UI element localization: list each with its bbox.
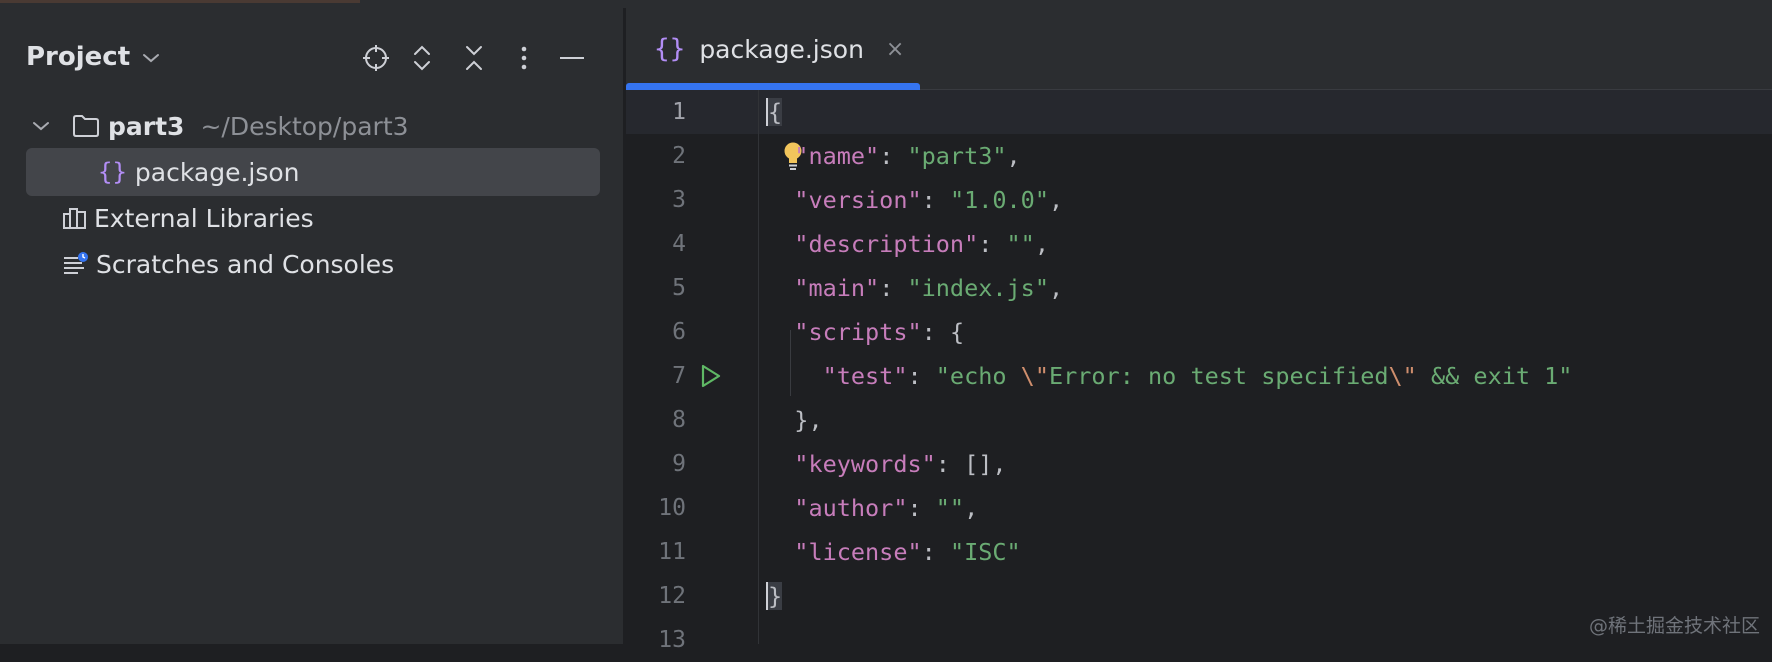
code-line-1: { bbox=[766, 90, 783, 134]
brace-token: { bbox=[766, 98, 783, 126]
code-line-7: "test": "echo \"Error: no test specified… bbox=[822, 362, 1573, 390]
gutter-separator bbox=[758, 90, 759, 644]
json-file-icon: {} bbox=[98, 158, 127, 186]
chevron-down-icon bbox=[142, 49, 160, 68]
line-number: 1 bbox=[672, 99, 686, 125]
line-number: 12 bbox=[658, 583, 686, 609]
chevron-down-icon[interactable] bbox=[32, 120, 56, 132]
line-number: 13 bbox=[658, 627, 686, 653]
line-number: 5 bbox=[672, 275, 686, 301]
line-number: 11 bbox=[658, 539, 686, 565]
active-tab-indicator bbox=[626, 83, 920, 90]
json-key: "main" bbox=[794, 274, 880, 302]
tree-item-external-libraries[interactable]: External Libraries bbox=[26, 194, 600, 242]
project-toolbar bbox=[356, 32, 596, 84]
project-tool-window: Project part3 ~/Desktop/part3 {} package… bbox=[0, 8, 624, 644]
json-value: "1.0.0" bbox=[949, 186, 1049, 214]
collapse-all-icon[interactable] bbox=[454, 32, 494, 84]
line-number: 2 bbox=[672, 143, 686, 169]
json-value: "" bbox=[935, 494, 965, 522]
code-line-4: "description": "", bbox=[794, 230, 1049, 258]
escape-sequence: \" bbox=[1388, 362, 1417, 390]
close-icon[interactable]: × bbox=[886, 37, 904, 62]
line-number: 8 bbox=[672, 407, 686, 433]
brace-token: } bbox=[766, 582, 783, 610]
code-line-12: } bbox=[766, 574, 783, 618]
editor-tab-bar: {} package.json × bbox=[626, 8, 1772, 90]
code-line-5: "main": "index.js", bbox=[794, 274, 1064, 302]
json-value: "ISC" bbox=[949, 538, 1021, 566]
run-script-icon[interactable] bbox=[696, 354, 726, 398]
json-value: [] bbox=[964, 450, 993, 478]
code-line-11: "license": "ISC" bbox=[794, 538, 1021, 566]
expand-all-icon[interactable] bbox=[402, 32, 442, 84]
project-panel-title: Project bbox=[26, 42, 131, 72]
code-editor[interactable]: 1 2 3 4 5 6 7 8 9 10 11 12 13 { "name": … bbox=[626, 90, 1772, 653]
tab-label: package.json bbox=[699, 34, 864, 64]
tree-item-label: Scratches and Consoles bbox=[96, 249, 395, 279]
tree-item-label: External Libraries bbox=[94, 203, 314, 233]
line-number: 6 bbox=[672, 319, 686, 345]
locate-file-icon[interactable] bbox=[356, 32, 396, 84]
json-key: "test" bbox=[822, 362, 908, 390]
editor-gutter: 1 2 3 4 5 6 7 8 9 10 11 12 13 bbox=[626, 90, 766, 653]
path-hint: ~/Desktop/part3 bbox=[200, 111, 409, 141]
line-number: 4 bbox=[672, 231, 686, 257]
tree-item-label: package.json bbox=[134, 157, 300, 187]
json-key: "version" bbox=[794, 186, 922, 214]
current-line-highlight bbox=[626, 90, 1772, 134]
json-value: "index.js" bbox=[907, 274, 1049, 302]
tab-package-json[interactable]: {} package.json × bbox=[626, 8, 920, 90]
json-value: "" bbox=[1006, 230, 1035, 258]
json-key: "author" bbox=[794, 494, 908, 522]
line-number: 3 bbox=[672, 187, 686, 213]
library-icon bbox=[62, 206, 88, 230]
line-number: 7 bbox=[672, 363, 686, 389]
scratches-icon bbox=[62, 252, 90, 276]
line-number: 10 bbox=[658, 495, 686, 521]
hide-panel-icon[interactable] bbox=[552, 32, 592, 84]
project-view-selector[interactable]: Project bbox=[26, 34, 160, 80]
editor-area: {} package.json × 1 2 3 4 5 6 7 8 9 10 1… bbox=[626, 8, 1772, 653]
code-line-8: }, bbox=[794, 406, 823, 434]
tree-item-label: part3 bbox=[108, 111, 185, 141]
code-line-9: "keywords": [], bbox=[794, 450, 1007, 478]
more-options-icon[interactable] bbox=[504, 32, 544, 84]
json-key: "keywords" bbox=[794, 450, 936, 478]
escape-sequence: \" bbox=[1020, 362, 1049, 390]
json-value: "part3" bbox=[907, 142, 1007, 170]
code-line-10: "author": "", bbox=[794, 494, 979, 522]
json-key: "scripts" bbox=[794, 318, 922, 346]
code-line-3: "version": "1.0.0", bbox=[794, 186, 1064, 214]
tree-item-scratches-and-consoles[interactable]: Scratches and Consoles bbox=[26, 240, 600, 288]
json-key: "description" bbox=[794, 230, 979, 258]
json-key: "name" bbox=[794, 142, 880, 170]
tree-item-part3[interactable]: part3 ~/Desktop/part3 bbox=[26, 102, 600, 150]
window-top-strip bbox=[0, 0, 1772, 8]
json-value: "echo bbox=[935, 362, 1021, 390]
tree-item-package-json[interactable]: {} package.json bbox=[26, 148, 600, 196]
folder-icon bbox=[72, 114, 100, 138]
code-line-6: "scripts": { bbox=[794, 318, 965, 346]
watermark: @稀土掘金技术社区 bbox=[1588, 615, 1760, 637]
json-file-icon: {} bbox=[654, 34, 686, 64]
json-key: "license" bbox=[794, 538, 922, 566]
code-line-2: "name": "part3", bbox=[794, 142, 1021, 170]
line-number: 9 bbox=[672, 451, 686, 477]
